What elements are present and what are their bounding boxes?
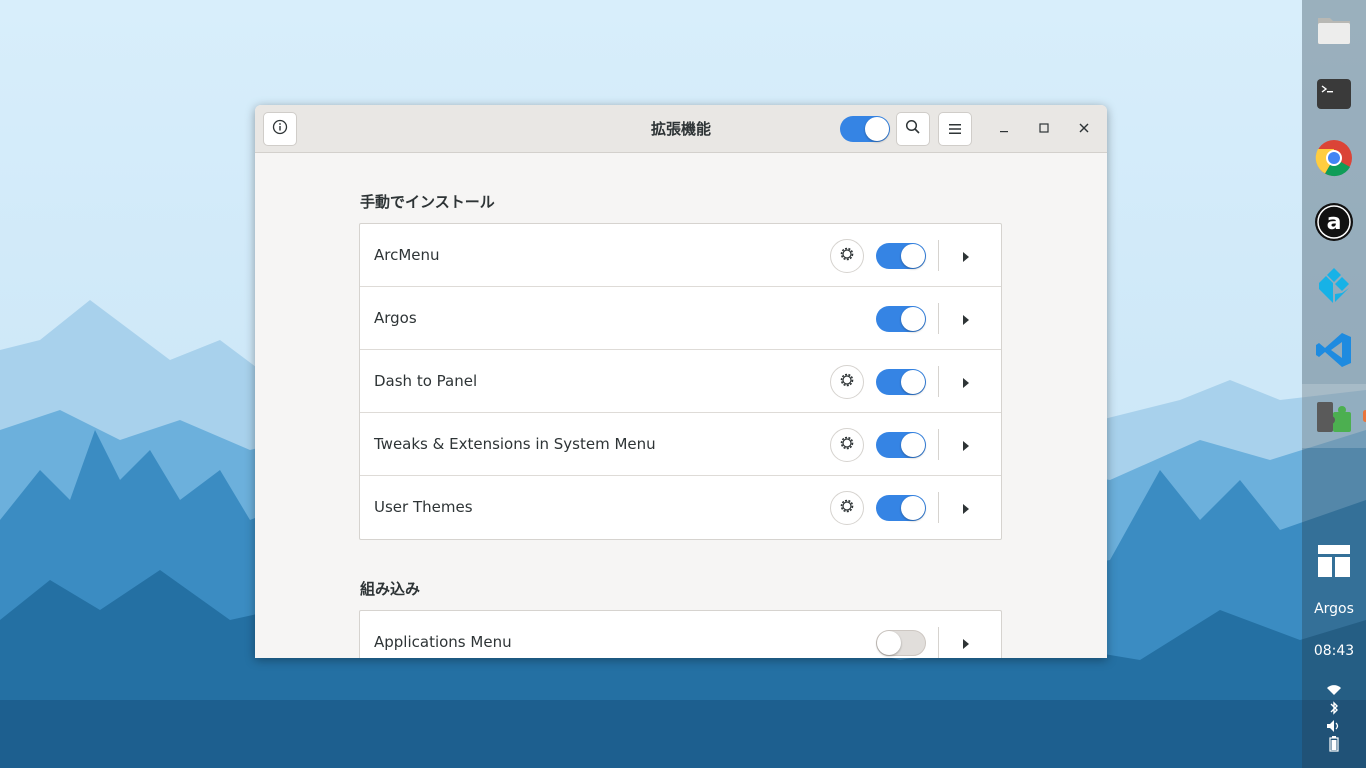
dock-layout[interactable]: [1302, 531, 1366, 595]
extension-name: Tweaks & Extensions in System Menu: [374, 435, 656, 453]
list-item: Argos: [360, 287, 1001, 350]
dock-terminal[interactable]: [1302, 64, 1366, 128]
extensions-icon: [1314, 394, 1354, 438]
maximize-button[interactable]: [1032, 117, 1056, 141]
gear-icon: [838, 497, 856, 519]
extension-name: Applications Menu: [374, 633, 512, 651]
dock-kodi[interactable]: [1302, 256, 1366, 320]
chevron-right-icon: [962, 634, 970, 653]
extension-name: Dash to Panel: [374, 372, 478, 390]
dock-extensions[interactable]: [1302, 384, 1366, 448]
section-title-builtin: 組み込み: [360, 580, 421, 598]
dock-vscode[interactable]: [1302, 320, 1366, 384]
close-icon: [1079, 121, 1089, 137]
chevron-right-icon: [962, 373, 970, 392]
list-item: Applications Menu: [360, 611, 1001, 658]
settings-button[interactable]: [830, 365, 864, 399]
extension-name: User Themes: [374, 498, 473, 516]
extension-toggle[interactable]: [876, 306, 926, 332]
settings-button[interactable]: [830, 428, 864, 462]
chrome-icon: [1315, 139, 1353, 181]
extension-toggle[interactable]: [876, 432, 926, 458]
maximize-icon: [1039, 121, 1049, 137]
minimize-icon: [999, 121, 1009, 137]
extensions-window: 拡張機能 手動でインストール ArcMenu Argos Dash to Pan…: [255, 105, 1107, 658]
close-button[interactable]: [1072, 117, 1096, 141]
system-tray[interactable]: [1302, 682, 1366, 752]
layout-icon: [1317, 544, 1351, 582]
window-title: 拡張機能: [650, 120, 711, 138]
volume-icon: [1326, 718, 1342, 734]
extension-toggle[interactable]: [876, 369, 926, 395]
gear-icon: [838, 434, 856, 456]
settings-button[interactable]: [830, 491, 864, 525]
expand-row-button[interactable]: [956, 498, 976, 518]
expand-row-button[interactable]: [956, 372, 976, 392]
vscode-icon: [1315, 331, 1353, 373]
svg-text:a: a: [1327, 210, 1342, 235]
clock[interactable]: 08:43: [1302, 643, 1366, 659]
expand-row-button[interactable]: [956, 309, 976, 329]
hamburger-menu-icon: [948, 120, 962, 139]
section-title-manual: 手動でインストール: [360, 193, 495, 211]
terminal-icon: [1316, 78, 1352, 114]
chevron-right-icon: [962, 436, 970, 455]
dock-a-app[interactable]: a: [1302, 192, 1366, 256]
chevron-right-icon: [962, 310, 970, 329]
extension-name: ArcMenu: [374, 246, 440, 264]
files-icon: [1316, 14, 1352, 50]
gear-icon: [838, 245, 856, 267]
header-bar: 拡張機能: [255, 105, 1107, 153]
expand-row-button[interactable]: [956, 633, 976, 653]
bluetooth-icon: [1329, 700, 1339, 716]
main-menu-button[interactable]: [938, 112, 972, 146]
extension-toggle[interactable]: [876, 243, 926, 269]
list-item: ArcMenu: [360, 224, 1001, 287]
battery-icon: [1328, 736, 1340, 752]
global-extensions-toggle[interactable]: [840, 116, 890, 142]
dock-panel: a Argos 08:43: [1302, 0, 1366, 768]
builtin-extensions-list: Applications Menu: [359, 610, 1002, 658]
expand-row-button[interactable]: [956, 246, 976, 266]
chevron-right-icon: [962, 247, 970, 266]
extension-toggle[interactable]: [876, 495, 926, 521]
chevron-right-icon: [962, 499, 970, 518]
kodi-icon: [1315, 267, 1353, 309]
list-item: Dash to Panel: [360, 350, 1001, 413]
settings-button[interactable]: [830, 239, 864, 273]
list-item: Tweaks & Extensions in System Menu: [360, 413, 1001, 476]
list-item: User Themes: [360, 476, 1001, 539]
a-app-icon: a: [1314, 202, 1354, 246]
dock-files[interactable]: [1302, 0, 1366, 64]
search-icon: [905, 119, 921, 139]
extension-name: Argos: [374, 309, 417, 327]
active-window-label[interactable]: Argos: [1302, 601, 1366, 617]
minimize-button[interactable]: [992, 117, 1016, 141]
expand-row-button[interactable]: [956, 435, 976, 455]
extension-toggle[interactable]: [876, 630, 926, 656]
gear-icon: [838, 371, 856, 393]
wifi-icon: [1326, 682, 1342, 698]
dock-chrome[interactable]: [1302, 128, 1366, 192]
search-button[interactable]: [896, 112, 930, 146]
manual-extensions-list: ArcMenu Argos Dash to Panel Tweaks & Ext…: [359, 223, 1002, 540]
